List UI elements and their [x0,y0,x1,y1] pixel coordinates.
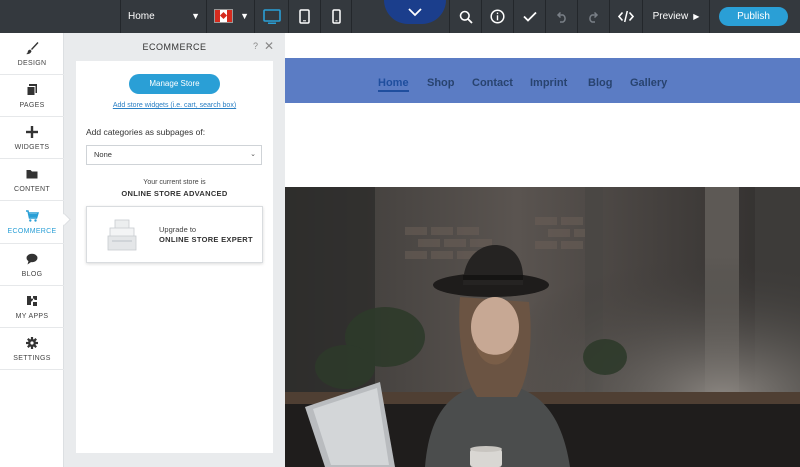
nav-item-widgets[interactable]: WIDGETS [0,117,64,159]
nav-label: PAGES [19,102,45,109]
play-icon: ▶ [693,12,700,21]
code-icon [618,10,634,23]
panel-title: ECOMMERCE [142,42,207,52]
desktop-icon [262,8,281,24]
nav-label: CONTENT [14,186,50,193]
categories-select-value: None [94,150,112,159]
mobile-view-button[interactable] [321,0,351,33]
pages-icon [26,84,37,96]
nav-item-blog[interactable]: BLOG [0,244,64,286]
brush-icon [26,42,39,55]
check-button[interactable] [514,0,545,33]
chevron-down-icon: ▼ [191,11,200,21]
nav-item-my-apps[interactable]: MY APPS [0,286,64,328]
check-icon [522,11,537,22]
nav-label: SETTINGS [13,355,51,362]
site-nav-home[interactable]: Home [378,77,409,92]
publish-button[interactable]: Publish [719,7,788,26]
upgrade-card[interactable]: Upgrade to ONLINE STORE EXPERT [86,206,263,263]
nav-item-pages[interactable]: PAGES [0,75,64,117]
panel-card: Manage Store Add store widgets (i.e. car… [76,61,273,453]
toolbar-divider [709,0,710,33]
site-nav-blog[interactable]: Blog [588,77,612,89]
undo-button[interactable] [546,0,577,33]
store-widgets-link[interactable]: Add store widgets (i.e. cart, search box… [76,102,273,109]
categories-label: Add categories as subpages of: [86,127,206,137]
current-store-text: Your current store is [143,179,206,186]
toolbar-divider [351,0,352,33]
canada-flag-icon [214,9,233,23]
chat-icon [26,253,38,265]
top-toolbar: Home ▼ ▼ Preview ▶ Publish [0,0,800,33]
site-nav-shop[interactable]: Shop [427,77,455,89]
preview-label: Preview [652,11,689,22]
nav-label: MY APPS [15,313,49,320]
nav-label: WIDGETS [14,144,50,151]
close-icon[interactable]: ✕ [264,39,274,53]
apps-icon [27,296,37,306]
undo-icon [556,11,566,23]
cart-icon [26,210,39,222]
categories-select[interactable]: None ⌄ [86,145,262,165]
manage-store-button[interactable]: Manage Store [129,74,220,94]
help-icon[interactable]: ? [253,41,258,51]
upgrade-to-text: Upgrade to [159,225,197,234]
code-button[interactable] [610,0,642,33]
collapse-toolbar-button[interactable] [384,0,446,24]
desktop-view-button[interactable] [255,0,288,33]
store-upgrade-icon [107,219,137,251]
page-select-value: Home [128,11,155,22]
redo-button[interactable] [578,0,609,33]
tablet-view-button[interactable] [289,0,320,33]
toolbar-logo-area [0,0,121,33]
hero-photo [285,187,800,467]
site-nav-imprint[interactable]: Imprint [530,77,567,89]
preview-button[interactable]: Preview ▶ [643,0,709,33]
info-button[interactable] [482,0,513,33]
site-nav-gallery[interactable]: Gallery [630,77,667,89]
chevron-down-icon: ⌄ [250,151,256,158]
nav-item-settings[interactable]: SETTINGS [0,328,64,370]
chevron-down-icon [408,7,422,16]
plus-icon [26,126,38,138]
nav-label: BLOG [21,271,43,278]
tablet-icon [299,9,310,24]
info-icon [490,9,505,24]
chevron-down-icon: ▼ [240,11,249,21]
nav-item-design[interactable]: DESIGN [0,33,64,75]
nav-item-ecommerce[interactable]: ECOMMERCE [0,201,64,244]
search-button[interactable] [450,0,481,33]
language-select[interactable]: ▼ [207,0,254,33]
nav-item-content[interactable]: CONTENT [0,159,64,201]
redo-icon [589,11,599,23]
search-icon [459,10,473,24]
nav-label: ECOMMERCE [7,228,57,235]
site-navigation: Home Shop Contact Imprint Blog Gallery [285,58,800,103]
hero-image[interactable] [285,187,800,467]
site-canvas[interactable]: Home Shop Contact Imprint Blog Gallery [285,33,800,467]
current-store-name: ONLINE STORE ADVANCED [121,189,228,198]
upgrade-plan-name: ONLINE STORE EXPERT [159,235,253,244]
ecommerce-panel: ECOMMERCE ? ✕ Manage Store Add store wid… [64,33,285,467]
left-navigation: DESIGN PAGES WIDGETS CONTENT ECOMMERCE B… [0,33,64,467]
gear-icon [26,337,38,349]
site-nav-contact[interactable]: Contact [472,77,513,89]
folder-icon [26,170,38,179]
page-select[interactable]: Home ▼ [121,0,206,33]
nav-label: DESIGN [17,60,47,67]
mobile-icon [331,9,341,24]
